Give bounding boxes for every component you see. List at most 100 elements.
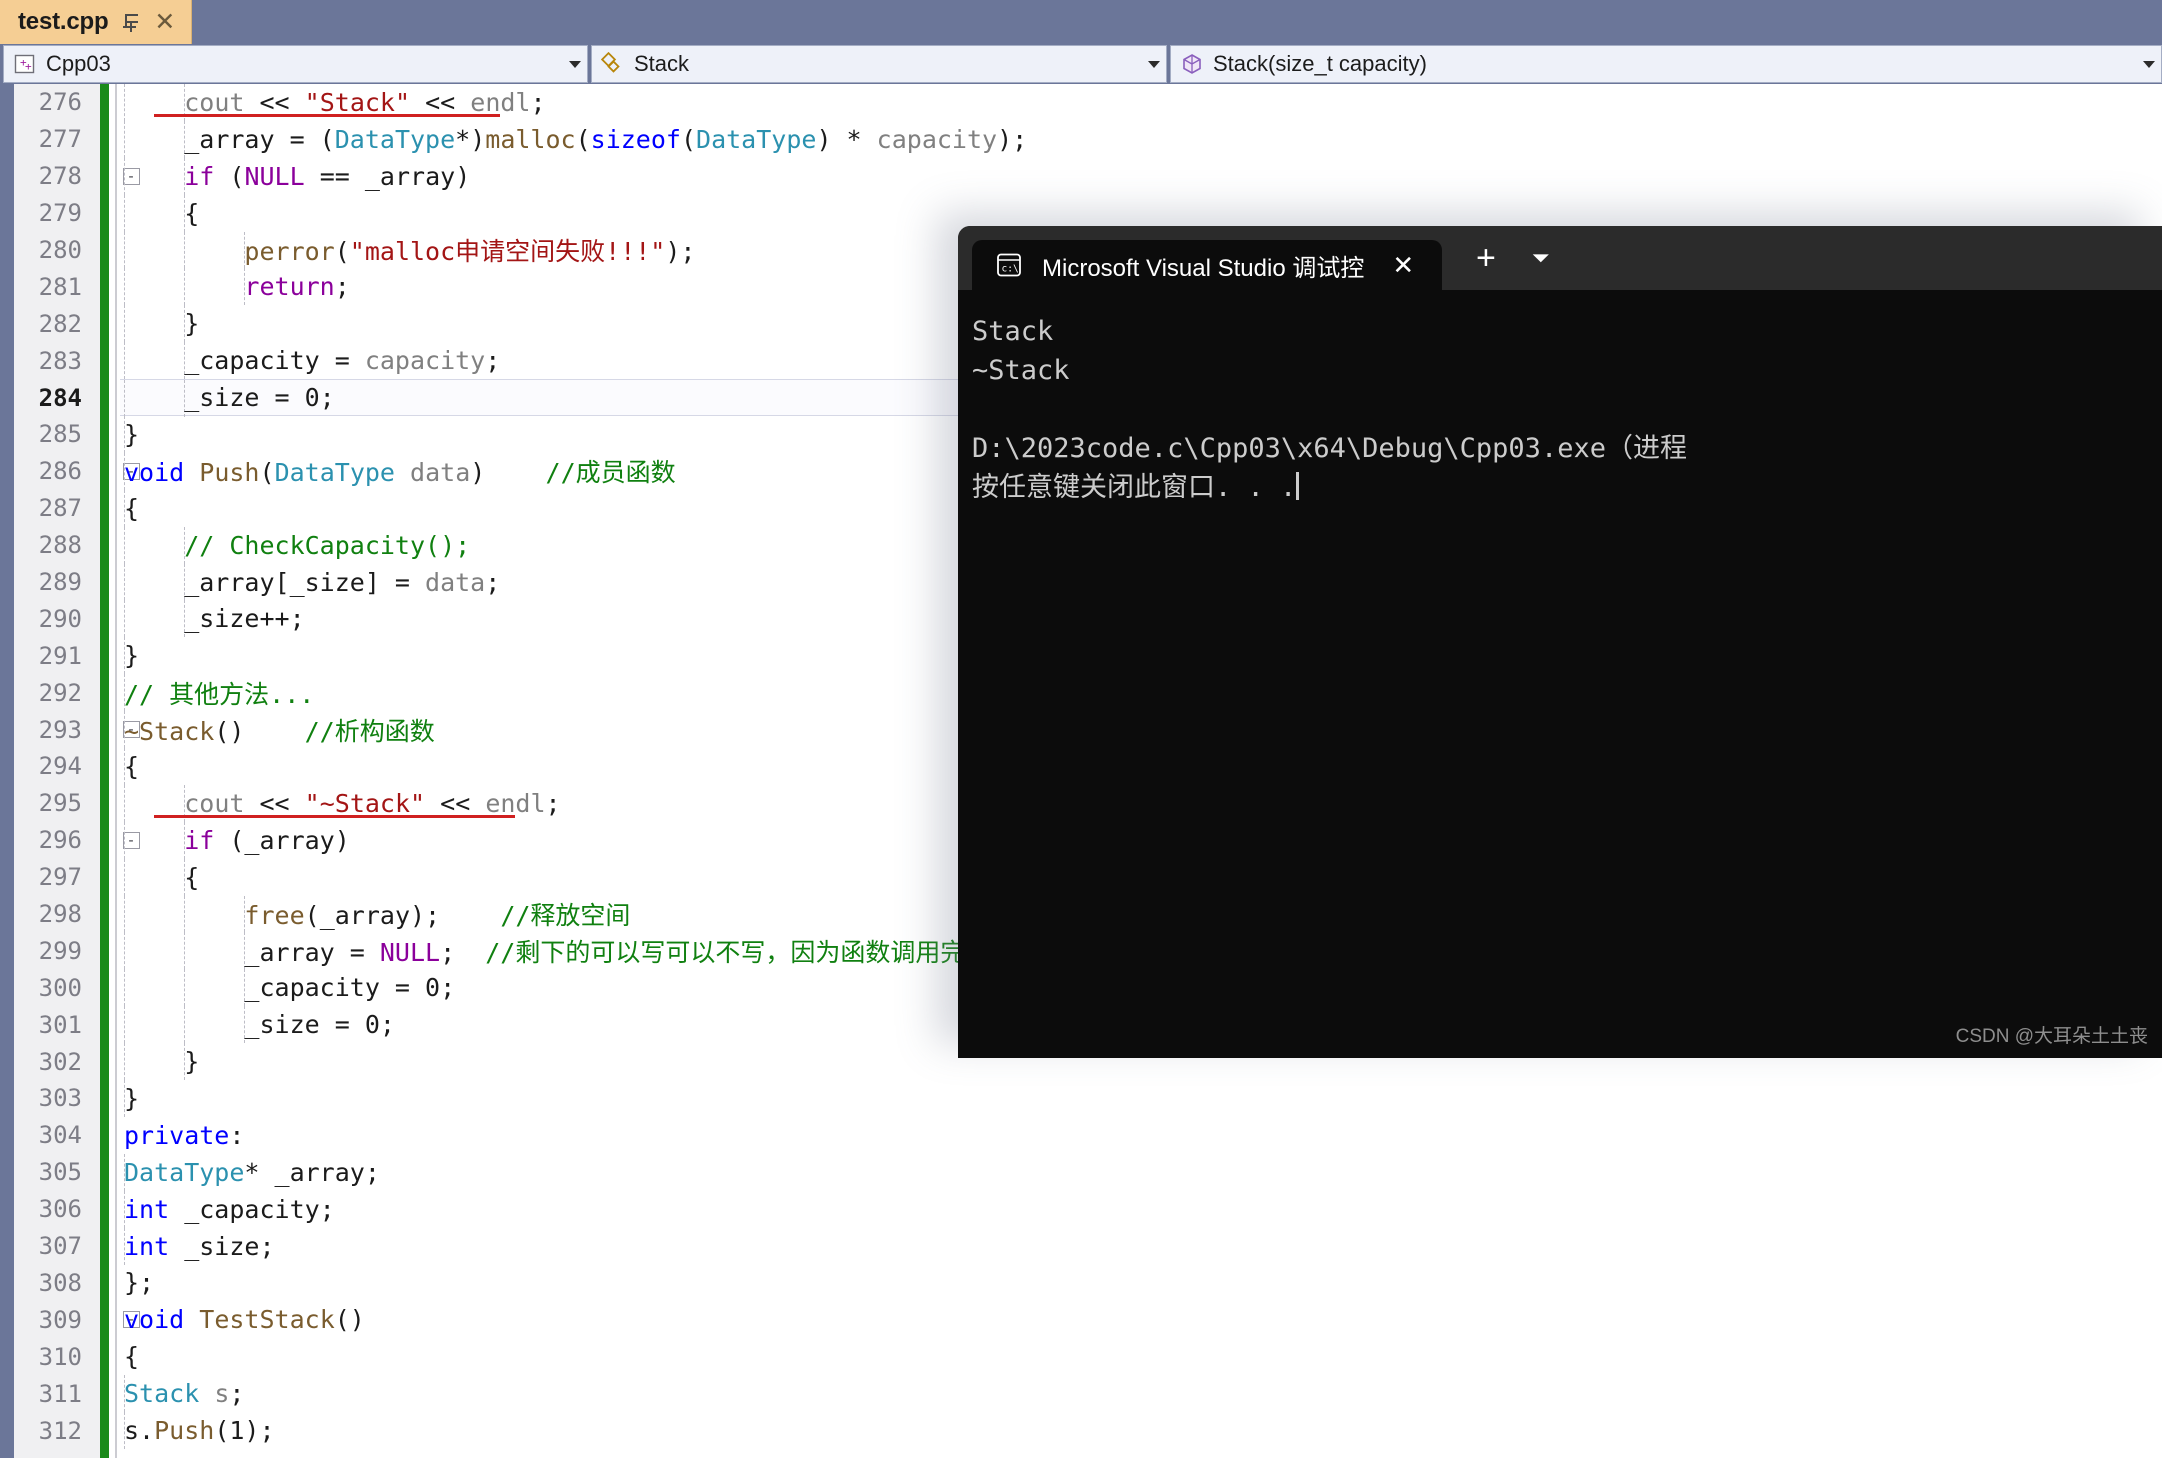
terminal-line: D:\2023code.c\Cpp03\x64\Debug\Cpp03.exe（… <box>972 433 1687 464</box>
close-icon[interactable]: ✕ <box>1392 252 1414 278</box>
terminal-output: Stack ~Stack D:\2023code.c\Cpp03\x64\Debug… <box>958 290 2162 507</box>
code-line[interactable]: 305 DataType* _array; <box>0 1153 2162 1191</box>
code-line[interactable]: 308}; <box>0 1265 2162 1302</box>
line-number: 292 <box>38 678 82 707</box>
console-icon: c:\ <box>994 250 1024 280</box>
chevron-down-icon[interactable] <box>2143 60 2155 68</box>
member-dropdown[interactable]: Stack(size_t capacity) <box>1170 45 2162 83</box>
code-text: Stack s; <box>124 1379 245 1409</box>
class-icon <box>600 51 625 76</box>
code-line[interactable]: 276 cout << "Stack" << endl; <box>0 84 2162 121</box>
project-dropdown-label: Cpp03 <box>46 51 111 76</box>
svg-text:c:\: c:\ <box>1002 264 1019 275</box>
debug-console-window[interactable]: c:\ Microsoft Visual Studio 调试控 ✕ + ⏷ St… <box>958 226 2162 1058</box>
close-icon[interactable]: ✕ <box>154 9 175 35</box>
code-text: { <box>124 751 140 781</box>
cpp-project-icon: + + <box>13 52 37 76</box>
code-line-content[interactable]: void TestStack() <box>120 1301 2162 1338</box>
code-text: _capacity = 0; <box>124 973 456 1003</box>
code-text: int _size; <box>124 1231 275 1261</box>
type-dropdown[interactable]: Stack <box>591 45 1167 83</box>
code-line-content[interactable]: DataType* _array; <box>120 1153 2162 1191</box>
code-text: s.Push(1); <box>124 1416 275 1445</box>
line-number: 285 <box>38 420 82 449</box>
line-number: 304 <box>38 1121 82 1150</box>
code-line[interactable]: 306 int _capacity; <box>0 1190 2162 1228</box>
code-text: _array[_size] = data; <box>124 567 501 597</box>
code-line-content[interactable]: cout << "Stack" << endl; <box>120 84 2162 121</box>
terminal-title-bar: c:\ Microsoft Visual Studio 调试控 ✕ + ⏷ <box>958 226 2162 290</box>
code-text: _array = NULL; //剩下的可以写可以不写，因为函数调用完成会自动回 <box>124 937 1091 967</box>
code-line-content[interactable]: } <box>120 1080 2162 1117</box>
code-text: int _capacity; <box>124 1194 335 1224</box>
terminal-tab-label: Microsoft Visual Studio 调试控 <box>1042 254 1365 282</box>
code-line[interactable]: 309- void TestStack() <box>0 1301 2162 1338</box>
plus-icon[interactable]: + <box>1476 241 1496 275</box>
code-line-content[interactable]: if (NULL == _array) <box>120 157 2162 195</box>
code-text: return; <box>244 272 350 302</box>
svg-text:+: + <box>25 60 32 73</box>
code-line-content[interactable]: int _capacity; <box>120 1190 2162 1228</box>
line-number: 300 <box>38 973 82 1002</box>
visual-studio-window: test.cpp ✕ + + Cpp03 Stack Stack(size_t … <box>0 0 2162 1458</box>
line-number: 308 <box>38 1268 82 1297</box>
line-number: 283 <box>38 346 82 375</box>
code-text: if (_array) <box>184 825 350 855</box>
method-cube-icon <box>1180 52 1204 76</box>
line-number: 276 <box>38 88 82 117</box>
chevron-down-icon[interactable] <box>569 60 581 68</box>
pin-icon[interactable] <box>122 12 140 32</box>
code-text: DataType* _array; <box>124 1157 380 1187</box>
line-number: 293 <box>38 715 82 744</box>
code-line[interactable]: 312 s.Push(1); <box>0 1412 2162 1449</box>
code-line-content[interactable]: int _size; <box>120 1227 2162 1265</box>
code-text: } <box>124 309 200 339</box>
code-text: ~Stack() //析构函数 <box>124 716 435 746</box>
code-text: } <box>124 419 140 449</box>
line-number: 302 <box>38 1047 82 1076</box>
editor-tab-test-cpp[interactable]: test.cpp ✕ <box>0 0 193 44</box>
terminal-line: Stack <box>972 316 1054 347</box>
line-number: 301 <box>38 1010 82 1039</box>
chevron-down-icon[interactable] <box>1148 60 1160 68</box>
code-text: free(_array); //释放空间 <box>244 901 631 931</box>
code-text: void Push(DataType data) //成员函数 <box>124 458 676 488</box>
line-number: 279 <box>38 199 82 228</box>
chevron-down-icon[interactable]: ⏷ <box>1532 247 1550 269</box>
line-number: 281 <box>38 272 82 301</box>
terminal-tab[interactable]: c:\ Microsoft Visual Studio 调试控 ✕ <box>972 240 1442 290</box>
line-number: 278 <box>38 162 82 191</box>
code-line[interactable]: 304 private: <box>0 1117 2162 1154</box>
code-line-content[interactable]: }; <box>120 1265 2162 1302</box>
code-line[interactable]: 303} <box>0 1080 2162 1117</box>
code-line[interactable]: 278- if (NULL == _array) <box>0 157 2162 195</box>
line-number: 295 <box>38 789 82 818</box>
code-text: } <box>124 641 140 671</box>
code-text: }; <box>124 1268 155 1298</box>
red-underline-annotation <box>154 814 516 818</box>
member-dropdown-label: Stack(size_t capacity) <box>1213 51 1427 76</box>
code-line[interactable]: 311 Stack s; <box>0 1375 2162 1413</box>
editor-tab-strip: test.cpp ✕ <box>0 0 2162 44</box>
code-line-content[interactable]: { <box>120 1338 2162 1375</box>
line-number: 287 <box>38 494 82 523</box>
code-line-content[interactable]: s.Push(1); <box>120 1412 2162 1449</box>
line-number: 288 <box>38 531 82 560</box>
line-number: 282 <box>38 309 82 338</box>
line-number: 289 <box>38 568 82 597</box>
code-text: perror("malloc申请空间失败!!!"); <box>244 237 696 266</box>
code-line[interactable]: 310 { <box>0 1338 2162 1375</box>
red-underline-annotation <box>154 114 500 117</box>
project-dropdown[interactable]: + + Cpp03 <box>3 45 588 83</box>
line-number: 306 <box>38 1195 82 1224</box>
code-line-content[interactable]: _array = (DataType*)malloc(sizeof(DataTy… <box>120 120 2162 158</box>
code-line-content[interactable]: Stack s; <box>120 1375 2162 1413</box>
code-line-content[interactable]: private: <box>120 1117 2162 1154</box>
code-text: _capacity = capacity; <box>124 346 501 376</box>
code-line[interactable]: 307 int _size; <box>0 1227 2162 1265</box>
code-line[interactable]: 277 _array = (DataType*)malloc(sizeof(Da… <box>0 120 2162 158</box>
line-number: 298 <box>38 900 82 929</box>
line-number: 296 <box>38 826 82 855</box>
line-number: 297 <box>38 863 82 892</box>
